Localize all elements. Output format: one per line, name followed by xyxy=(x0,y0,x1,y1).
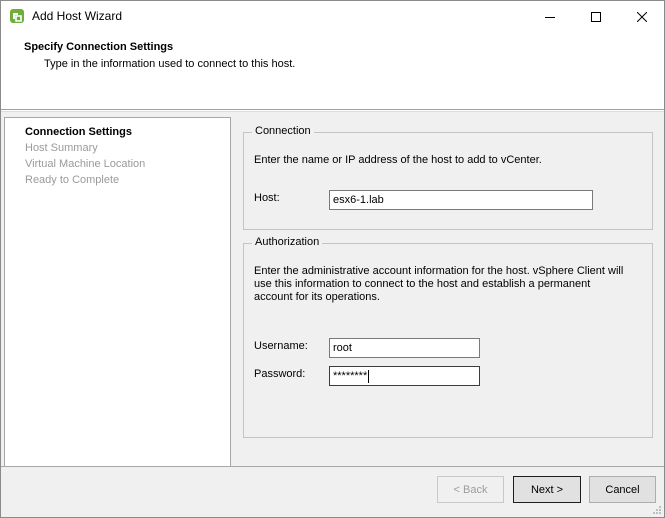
back-button[interactable]: < Back xyxy=(437,476,504,503)
title-bar[interactable]: Add Host Wizard xyxy=(1,1,664,32)
password-label: Password: xyxy=(254,368,306,380)
cancel-button[interactable]: Cancel xyxy=(589,476,656,503)
password-input-value: ******** xyxy=(333,370,368,382)
username-input-value: root xyxy=(333,342,352,354)
window-title: Add Host Wizard xyxy=(32,9,123,23)
add-host-wizard-window: Add Host Wizard Specify Connection Setti… xyxy=(0,0,665,518)
wizard-footer: < Back Next > Cancel xyxy=(1,466,664,517)
page-subtitle: Type in the information used to connect … xyxy=(44,58,296,70)
host-input[interactable]: esx6-1.lab xyxy=(329,190,593,210)
connection-group: Connection Enter the name or IP address … xyxy=(243,125,653,230)
text-caret xyxy=(368,369,370,383)
connection-description: Enter the name or IP address of the host… xyxy=(254,154,542,166)
username-label: Username: xyxy=(254,340,308,352)
step-connection-settings[interactable]: Connection Settings xyxy=(25,126,132,138)
host-label: Host: xyxy=(254,192,280,204)
step-virtual-machine-location: Virtual Machine Location xyxy=(25,158,146,170)
wizard-header: Specify Connection Settings Type in the … xyxy=(1,32,664,110)
step-ready-to-complete: Ready to Complete xyxy=(25,174,120,186)
wizard-content: Connection Settings Host Summary Virtual… xyxy=(1,111,664,467)
maximize-icon xyxy=(591,11,601,22)
close-button[interactable] xyxy=(619,1,665,32)
authorization-description-line-2: use this information to connect to the h… xyxy=(254,278,591,290)
authorization-description-line-3: account for its operations. xyxy=(254,291,380,303)
connection-legend: Connection xyxy=(252,125,314,137)
step-host-summary: Host Summary xyxy=(25,142,98,154)
minimize-button[interactable] xyxy=(527,1,573,32)
vsphere-logo-icon xyxy=(10,9,24,23)
resize-grip-icon[interactable] xyxy=(652,505,662,515)
username-input[interactable]: root xyxy=(329,338,480,358)
wizard-main-panel: Connection Enter the name or IP address … xyxy=(233,112,664,467)
page-title: Specify Connection Settings xyxy=(24,41,174,53)
next-button[interactable]: Next > xyxy=(513,476,581,503)
wizard-steps-sidebar: Connection Settings Host Summary Virtual… xyxy=(4,117,231,467)
maximize-button[interactable] xyxy=(573,1,619,32)
authorization-description-line-1: Enter the administrative account informa… xyxy=(254,265,624,277)
password-input[interactable]: ******** xyxy=(329,366,480,386)
close-icon xyxy=(637,11,647,22)
authorization-legend: Authorization xyxy=(252,236,323,248)
minimize-icon xyxy=(545,16,555,18)
authorization-group: Authorization Enter the administrative a… xyxy=(243,236,653,438)
host-input-value: esx6-1.lab xyxy=(333,194,384,206)
